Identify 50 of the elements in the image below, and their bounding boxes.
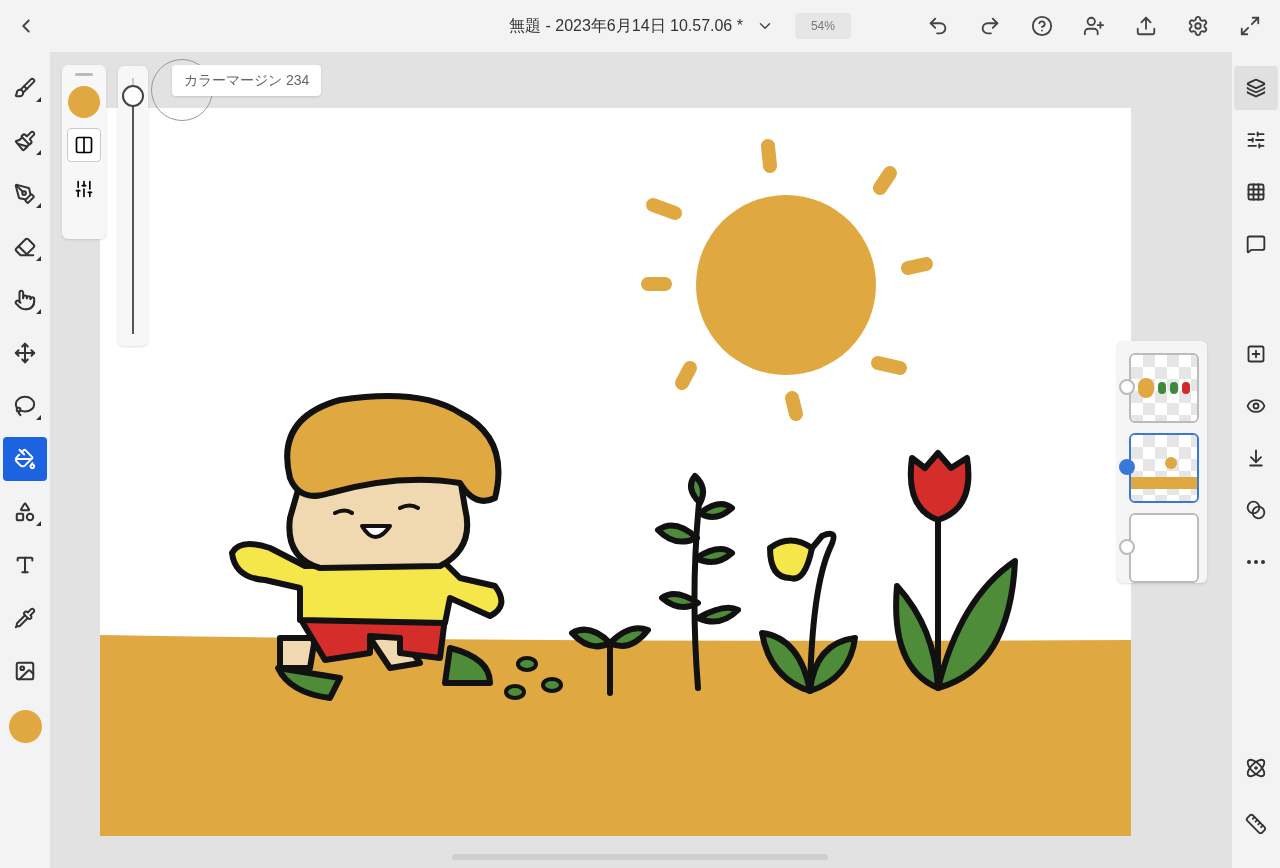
circles-icon	[1246, 500, 1266, 520]
brush-icon	[14, 77, 36, 99]
grid-icon	[1246, 182, 1266, 202]
shapes-icon	[14, 501, 36, 523]
zoom-level[interactable]: 54%	[794, 13, 851, 39]
panel-button[interactable]	[1234, 66, 1278, 110]
ruler-icon	[1245, 813, 1267, 835]
lasso-icon	[14, 395, 36, 417]
slider-thumb[interactable]	[122, 84, 144, 107]
paint-bucket-icon	[14, 448, 36, 470]
layer-thumbnail	[1131, 435, 1197, 501]
pen-icon	[14, 183, 36, 205]
blend-mode-button[interactable]	[67, 128, 101, 162]
finger-icon	[14, 289, 36, 311]
more-icon	[1247, 560, 1265, 564]
drag-handle[interactable]	[75, 73, 93, 76]
user-plus-icon	[1083, 15, 1105, 37]
eye-icon	[1246, 396, 1266, 416]
eraser-icon	[14, 236, 36, 258]
layer-badge-icon	[1119, 459, 1135, 475]
settings-icon	[1187, 15, 1209, 37]
brush-color-swatch[interactable]	[68, 86, 100, 118]
eyedropper-icon	[14, 607, 36, 629]
comment-icon	[1246, 234, 1266, 254]
paintbrush-icon	[14, 130, 36, 152]
image-icon	[14, 660, 36, 682]
tool-button[interactable]	[3, 437, 47, 481]
arrow-down-icon	[1246, 448, 1266, 468]
tooltip: カラーマージン 234	[172, 65, 322, 96]
help-icon	[1031, 15, 1053, 37]
columns-icon	[74, 135, 94, 155]
slider-track[interactable]	[118, 66, 148, 346]
layer-thumbnail	[1131, 515, 1197, 581]
share-icon	[1135, 15, 1157, 37]
pebbles-drawing	[504, 656, 563, 700]
color-swatch[interactable]	[8, 710, 42, 743]
layer-item[interactable]	[1129, 433, 1199, 503]
sliders-icon	[74, 179, 94, 199]
layer-item[interactable]	[1129, 353, 1199, 423]
expand-icon	[1239, 15, 1261, 37]
add-icon	[1246, 344, 1266, 364]
move-icon	[14, 342, 36, 364]
redo-icon	[979, 15, 1001, 37]
layers-icon	[1246, 78, 1266, 98]
sliders-icon	[1246, 130, 1266, 150]
undo-icon	[927, 15, 949, 37]
layer-thumbnail	[1131, 355, 1197, 421]
document-title: 無題 - 2023年6月14日 10.57.06 *	[509, 16, 743, 36]
circles-icon	[1245, 757, 1267, 779]
text-icon	[14, 554, 36, 576]
